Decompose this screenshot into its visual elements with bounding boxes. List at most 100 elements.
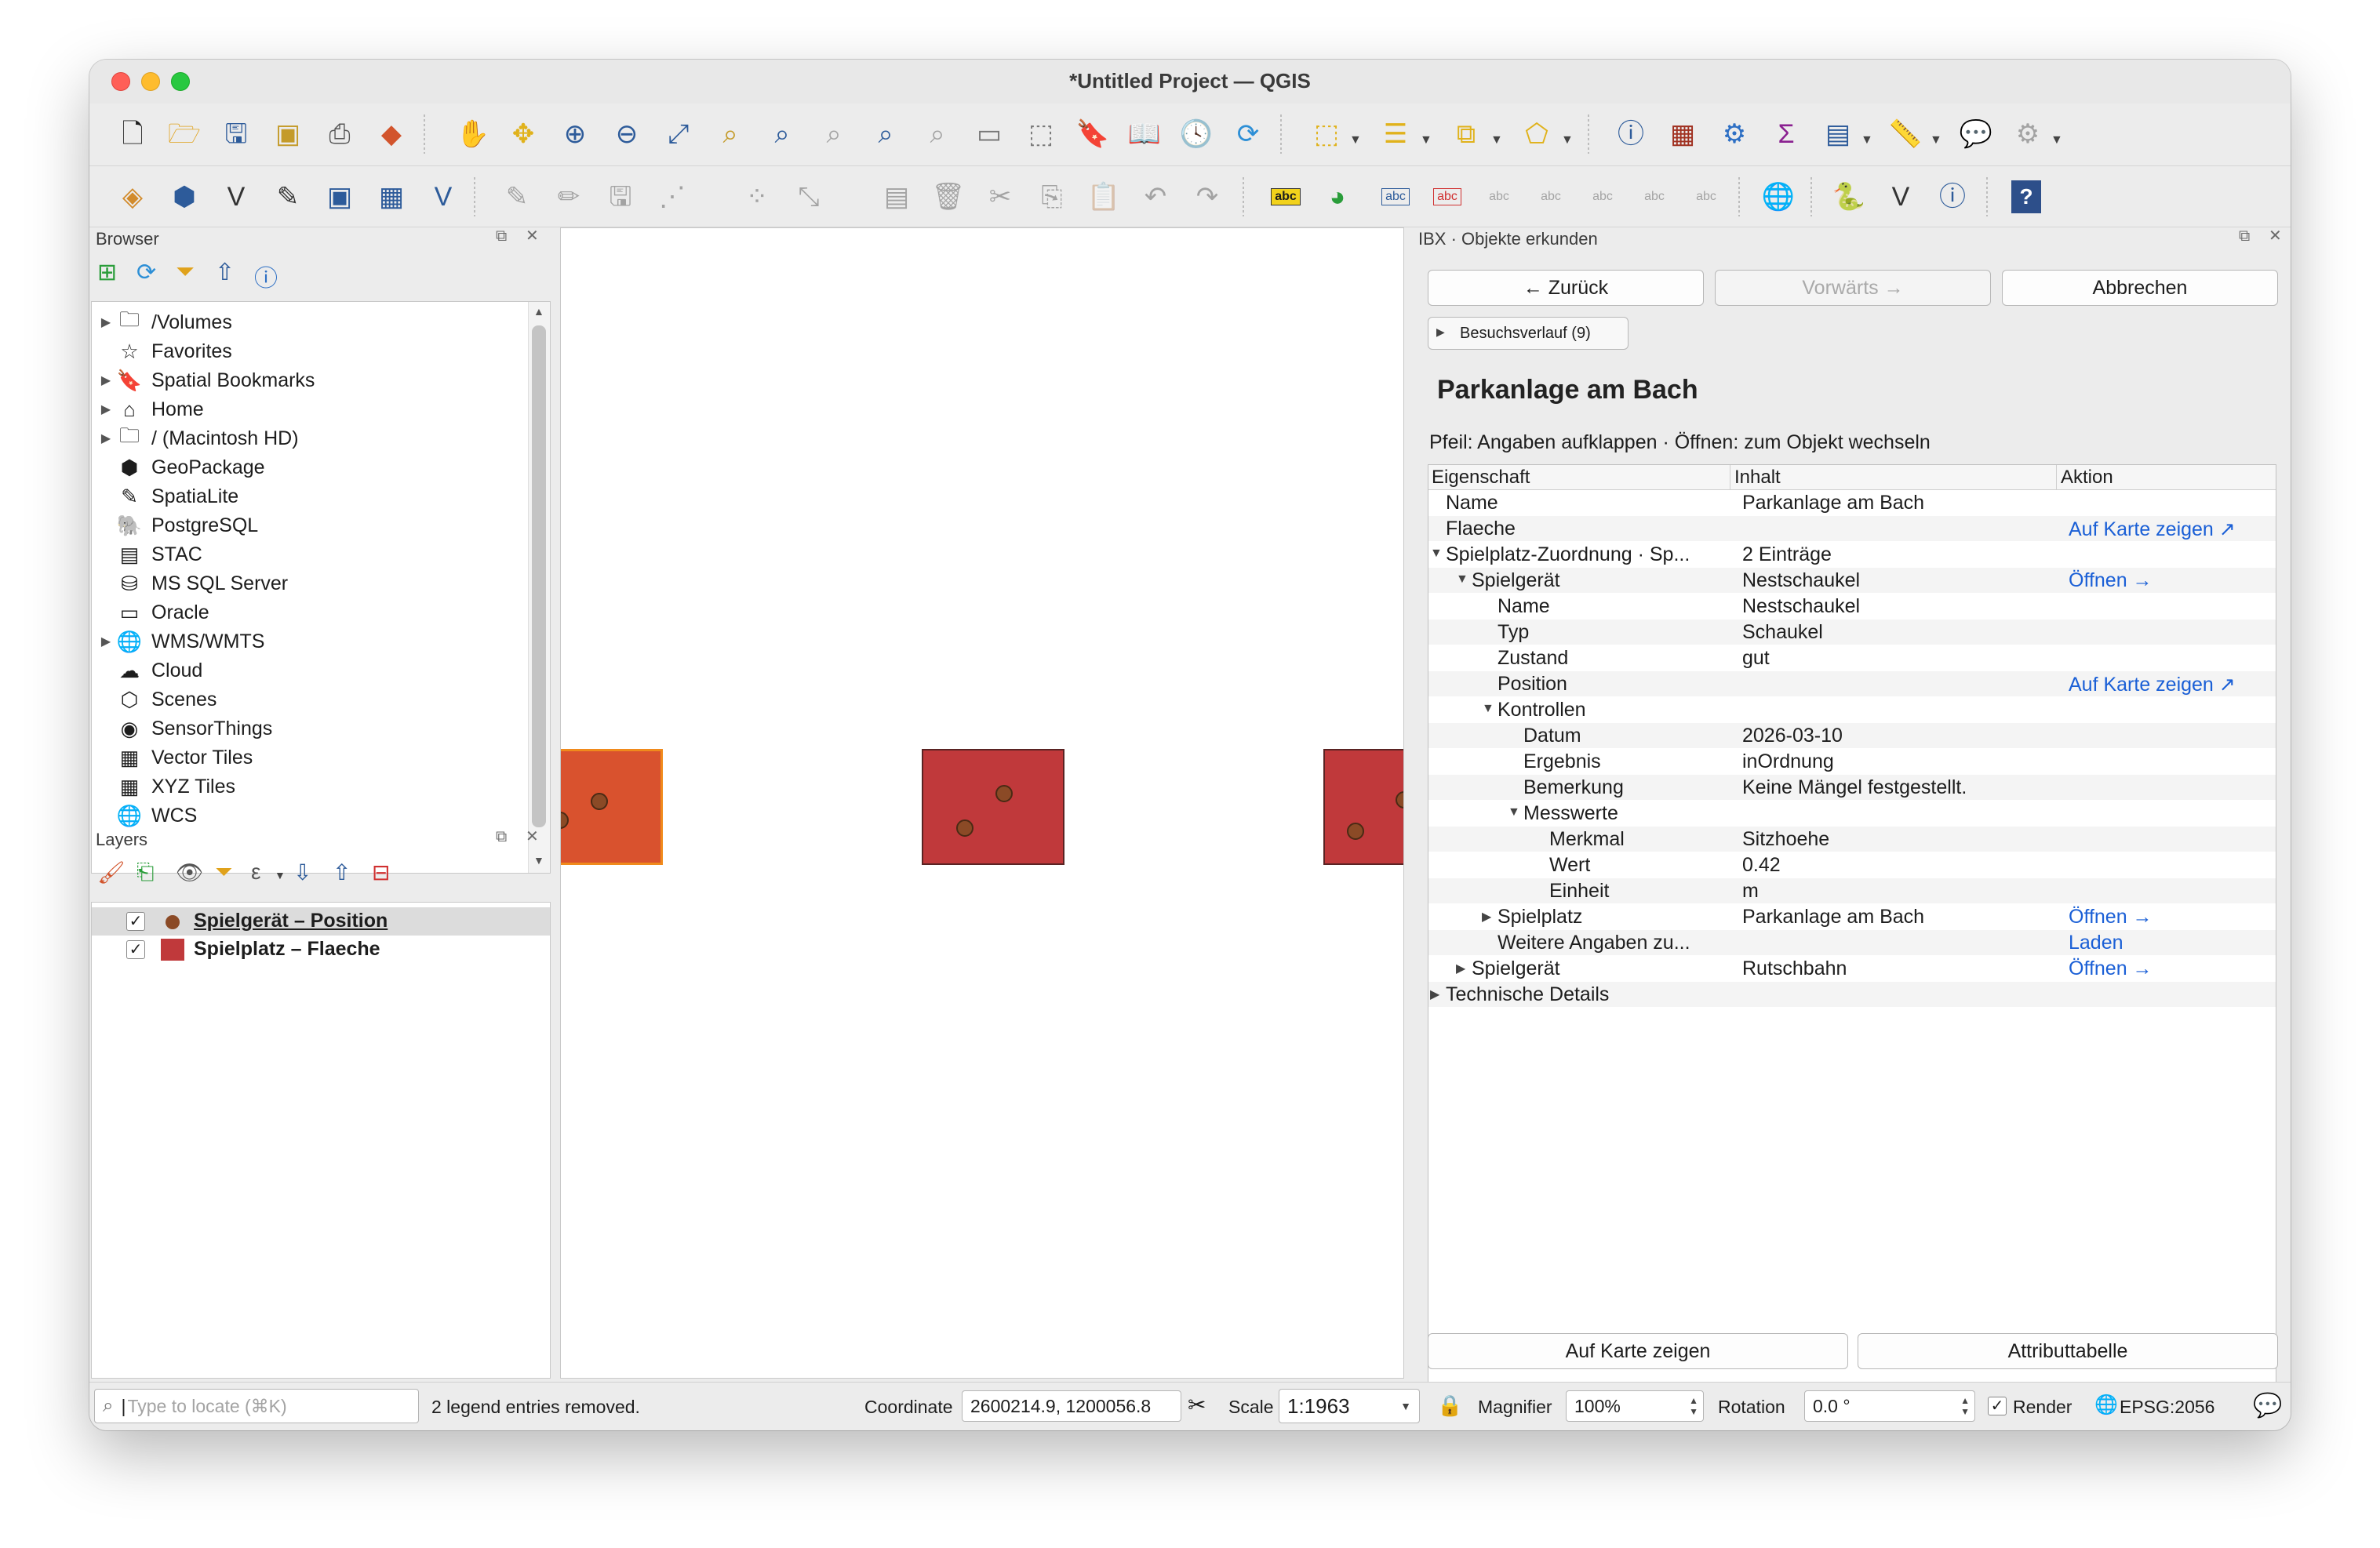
label-extra-2-icon[interactable]: abc bbox=[1687, 177, 1726, 216]
cancel-button[interactable]: Abbrechen bbox=[2002, 270, 2278, 306]
layer-row[interactable]: ✓ Spielgerät – Position bbox=[92, 907, 550, 936]
new-3d-view-icon[interactable]: ⬚ bbox=[1021, 114, 1061, 154]
new-geopackage-icon[interactable]: ⬢ bbox=[165, 177, 204, 216]
property-row[interactable]: ▶ Spielgerät Rutschbahn Öffnen → bbox=[1428, 956, 2276, 981]
browser-item[interactable]: ▦ Vector Tiles bbox=[96, 743, 520, 772]
point-feature[interactable] bbox=[956, 819, 973, 837]
save-edits-icon[interactable]: 🖫 bbox=[601, 177, 640, 216]
map-tips-icon[interactable]: 💬 bbox=[1956, 114, 1996, 154]
browser-item[interactable]: ◉ SensorThings bbox=[96, 714, 520, 743]
new-shapefile-icon[interactable]: V bbox=[217, 177, 256, 216]
property-row[interactable]: Einheit m bbox=[1428, 878, 2276, 903]
open-project-icon[interactable]: 🗁 bbox=[165, 114, 204, 154]
undock-icon[interactable]: ⧉ bbox=[2239, 227, 2250, 245]
move-label-icon[interactable]: abc bbox=[1479, 177, 1519, 216]
property-row[interactable]: Wert 0.42 bbox=[1428, 852, 2276, 878]
property-row[interactable]: ▶ Technische Details bbox=[1428, 982, 2276, 1007]
add-group-icon[interactable]: ⎗ bbox=[136, 859, 154, 885]
vertex-tool-icon[interactable]: ⁘ bbox=[737, 177, 777, 216]
browser-item[interactable]: 🌐 WCS bbox=[96, 801, 520, 830]
pin-labels-icon[interactable]: abc bbox=[1376, 177, 1415, 216]
label-toolbar-icon[interactable]: ↷ bbox=[1188, 177, 1227, 216]
layer-visibility-checkbox[interactable]: ✓ bbox=[126, 912, 145, 931]
stepper-icon[interactable]: ▲ ▼ bbox=[1960, 1395, 1970, 1417]
property-row[interactable]: Zustand gut bbox=[1428, 645, 2276, 670]
property-row[interactable]: ▼ Spielplatz-Zuordnung · Sp... 2 Einträge bbox=[1428, 542, 2276, 567]
browser-item[interactable]: ⬢ GeoPackage bbox=[96, 453, 520, 481]
property-row[interactable]: Bemerkung Keine Mängel festgestellt. bbox=[1428, 775, 2276, 800]
polygon-feature[interactable] bbox=[1323, 749, 1403, 865]
attribute-table-icon[interactable]: ▦ bbox=[1663, 114, 1702, 154]
action-link[interactable]: Öffnen → bbox=[2069, 569, 2153, 592]
action-link[interactable]: Auf Karte zeigen ↗ bbox=[2069, 518, 2236, 541]
deselect-icon[interactable]: ⧉ bbox=[1447, 114, 1486, 154]
help-icon[interactable]: ? bbox=[2007, 177, 2046, 216]
browser-item[interactable]: ☁ Cloud bbox=[96, 656, 520, 685]
web-plugin-icon[interactable]: 🌐 bbox=[1759, 177, 1798, 216]
column-header-action[interactable]: Aktion bbox=[2061, 467, 2113, 489]
label-extra-icon[interactable]: abc bbox=[1635, 177, 1674, 216]
current-edits-icon[interactable]: ✎ bbox=[497, 177, 537, 216]
back-button[interactable]: ← Zurück bbox=[1428, 270, 1704, 306]
new-map-view-icon[interactable]: ▭ bbox=[970, 114, 1009, 154]
paste-features-icon[interactable]: ⎘ bbox=[1032, 177, 1072, 216]
layout-manager-icon[interactable]: ⎙ bbox=[320, 114, 359, 154]
property-row[interactable]: Name Nestschaukel bbox=[1428, 594, 2276, 619]
rotation-spinbox[interactable]: 0.0 ° ▲ ▼ bbox=[1804, 1390, 1975, 1422]
coordinate-field[interactable]: 2600214.9, 1200056.8 bbox=[962, 1390, 1181, 1422]
expand-arrow-icon[interactable]: ▶ bbox=[1456, 961, 1465, 976]
polygon-feature[interactable] bbox=[922, 749, 1064, 865]
refresh-icon[interactable]: ⟳ bbox=[1228, 114, 1268, 154]
info-icon[interactable]: ⓘ bbox=[254, 259, 278, 293]
polygon-feature-selected[interactable] bbox=[561, 749, 663, 865]
scroll-down-icon[interactable]: ▼ bbox=[533, 854, 544, 867]
chevron-down-icon[interactable]: ▼ bbox=[1861, 133, 1873, 147]
filter-icon[interactable]: ⏷ bbox=[176, 259, 195, 285]
action-link[interactable]: Öffnen → bbox=[2069, 906, 2153, 928]
new-mesh-layer-icon[interactable]: V bbox=[424, 177, 463, 216]
scroll-thumb[interactable] bbox=[532, 325, 546, 827]
chevron-down-icon[interactable]: ▼ bbox=[275, 869, 286, 881]
crs-button[interactable]: EPSG:2056 bbox=[2120, 1397, 2214, 1418]
style-icon[interactable]: 🖌 bbox=[97, 859, 126, 885]
chevron-down-icon[interactable]: ▼ bbox=[1930, 133, 1942, 147]
browser-item[interactable]: ▶ ⌂ Home bbox=[96, 395, 520, 423]
expand-arrow-icon[interactable]: ▶ bbox=[1430, 987, 1439, 1002]
scroll-up-icon[interactable]: ▲ bbox=[533, 305, 544, 318]
browser-scrollbar[interactable]: ▲ ▼ bbox=[528, 302, 550, 873]
toggle-extents-icon[interactable]: ✂ bbox=[1188, 1392, 1206, 1418]
property-row[interactable]: Merkmal Sitzhoehe bbox=[1428, 827, 2276, 852]
browser-item[interactable]: ▤ STAC bbox=[96, 540, 520, 569]
property-row[interactable]: ▼ Spielgerät Nestschaukel Öffnen → bbox=[1428, 568, 2276, 593]
expand-arrow-icon[interactable]: ▶ bbox=[96, 402, 115, 417]
zoom-full-icon[interactable]: ⤢ bbox=[659, 114, 698, 154]
highlight-pinned-labels-icon[interactable]: ◕ bbox=[1318, 177, 1357, 216]
column-header-value[interactable]: Inhalt bbox=[1734, 467, 1781, 489]
delete-selected-icon[interactable]: ▤ bbox=[877, 177, 916, 216]
history-toggle[interactable]: ▶ Besuchsverlauf (9) bbox=[1428, 317, 1629, 350]
expression-filter-icon[interactable]: ε bbox=[251, 859, 260, 885]
new-project-icon[interactable]: 🗋 bbox=[113, 114, 152, 154]
collapse-arrow-icon[interactable]: ▼ bbox=[1430, 547, 1443, 561]
open-field-calculator-icon[interactable]: ▤ bbox=[1818, 114, 1858, 154]
expand-arrow-icon[interactable]: ▶ bbox=[96, 314, 115, 330]
browser-item[interactable]: ▶ 🗀 /Volumes bbox=[96, 307, 520, 336]
browser-item[interactable]: ⛁ MS SQL Server bbox=[96, 569, 520, 598]
attribute-table-button[interactable]: Attributtabelle bbox=[1858, 1333, 2278, 1369]
collapse-arrow-icon[interactable]: ▼ bbox=[1482, 702, 1494, 716]
statistics-icon[interactable]: Σ bbox=[1767, 114, 1806, 154]
action-link[interactable]: Auf Karte zeigen ↗ bbox=[2069, 673, 2236, 696]
browser-item[interactable]: ▭ Oracle bbox=[96, 598, 520, 627]
rotate-label-icon[interactable]: abc bbox=[1531, 177, 1570, 216]
new-bookmark-icon[interactable]: 🔖 bbox=[1073, 114, 1112, 154]
identify-icon[interactable]: ⓘ bbox=[1611, 114, 1650, 154]
style-manager-icon[interactable]: ◆ bbox=[372, 114, 411, 154]
select-by-value-icon[interactable]: ☰ bbox=[1376, 114, 1415, 154]
expand-arrow-icon[interactable]: ▶ bbox=[1482, 909, 1491, 925]
zoom-out-icon[interactable]: ⊖ bbox=[607, 114, 646, 154]
collapse-all-icon[interactable]: ⇧ bbox=[215, 259, 235, 286]
new-print-layout-icon[interactable]: ▣ bbox=[268, 114, 308, 154]
collapse-arrow-icon[interactable]: ▼ bbox=[1508, 805, 1520, 819]
data-source-manager-icon[interactable]: ◈ bbox=[113, 177, 152, 216]
action-link[interactable]: Öffnen → bbox=[2069, 958, 2153, 980]
